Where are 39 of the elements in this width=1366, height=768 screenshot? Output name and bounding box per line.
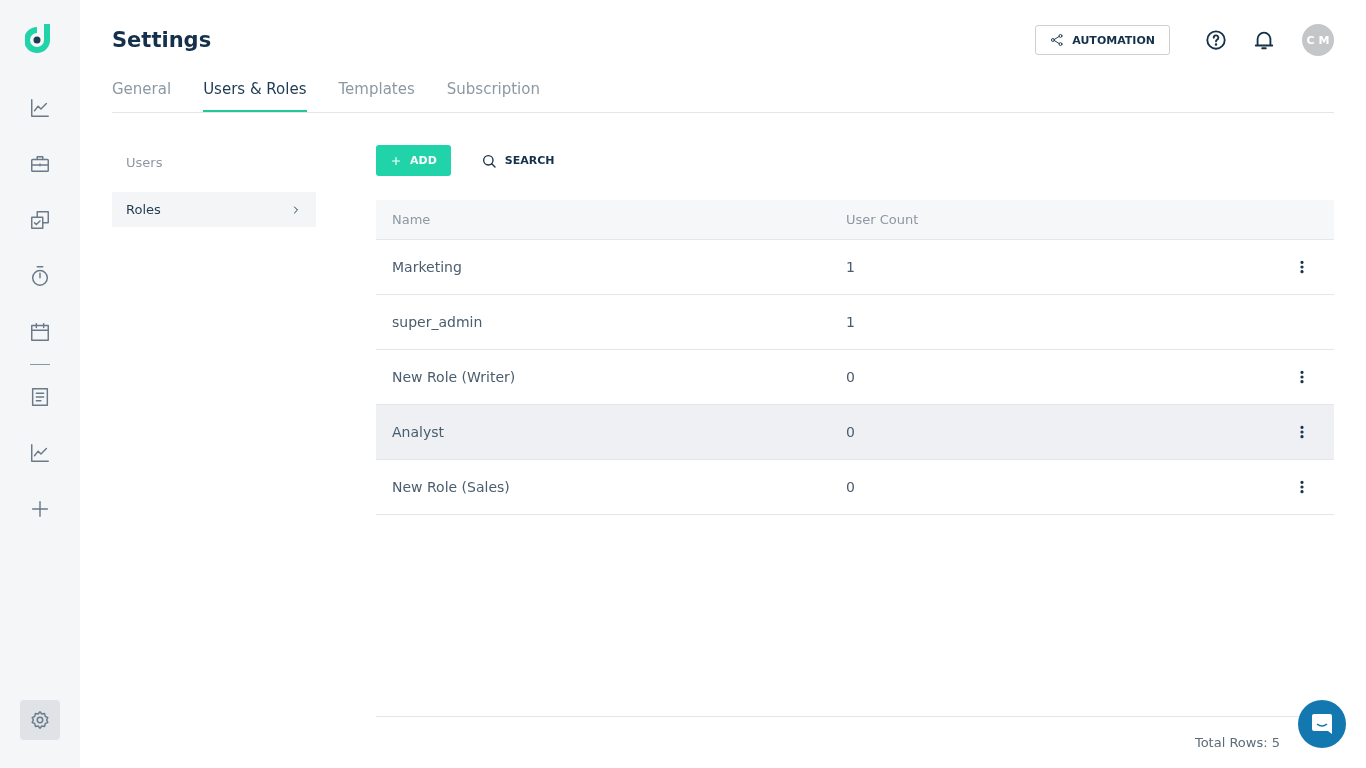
page-title: Settings — [112, 28, 213, 52]
column-header: User Count — [846, 212, 920, 227]
table-cell-text: New Role (Sales) — [392, 479, 511, 495]
briefcase-icon — [29, 153, 51, 175]
line-chart-icon — [29, 442, 51, 464]
table-cell-text: Marketing — [392, 259, 463, 275]
plus-icon — [390, 154, 402, 167]
help-icon — [1205, 29, 1227, 51]
total-rows: Total Rows: 5 — [1194, 735, 1280, 750]
tab[interactable]: Users & Roles — [203, 80, 307, 112]
search-button[interactable]: SEARCH — [474, 151, 561, 170]
bell-icon — [1253, 29, 1275, 51]
table-cell-text: 0 — [846, 424, 856, 440]
chat-bubble-icon — [1311, 712, 1333, 736]
table-row[interactable]: super_admin 1 — [376, 295, 1334, 350]
table-row[interactable]: Analyst 0 — [376, 405, 1334, 460]
table-row[interactable]: New Role (Sales) 0 — [376, 460, 1334, 515]
document-icon — [29, 386, 51, 408]
table-cell-text: 1 — [846, 314, 856, 330]
settings-button[interactable] — [20, 700, 60, 740]
stopwatch-icon — [29, 265, 51, 287]
chat-button[interactable] — [1298, 700, 1346, 748]
table-cell-text: 1 — [846, 259, 856, 275]
table-cell-text: Analyst — [392, 424, 445, 440]
checkbox-stack-icon — [29, 209, 51, 231]
automation-button[interactable]: AUTOMATION — [1035, 25, 1170, 55]
share-nodes-icon — [1050, 33, 1065, 47]
plus-icon — [29, 498, 51, 520]
table-row[interactable]: Marketing 1 — [376, 240, 1334, 295]
table-cell-text: super_admin — [392, 314, 484, 330]
line-chart-icon — [29, 97, 51, 119]
settings-icon — [29, 709, 51, 731]
submenu-item[interactable]: Roles — [112, 192, 316, 227]
table-cell-text: 0 — [846, 369, 856, 385]
calendar-icon — [29, 321, 51, 343]
table-cell-text: 0 — [846, 479, 856, 495]
search-icon — [480, 152, 497, 169]
column-header: Name — [392, 212, 432, 227]
table-cell-text: New Role (Writer) — [392, 369, 517, 385]
